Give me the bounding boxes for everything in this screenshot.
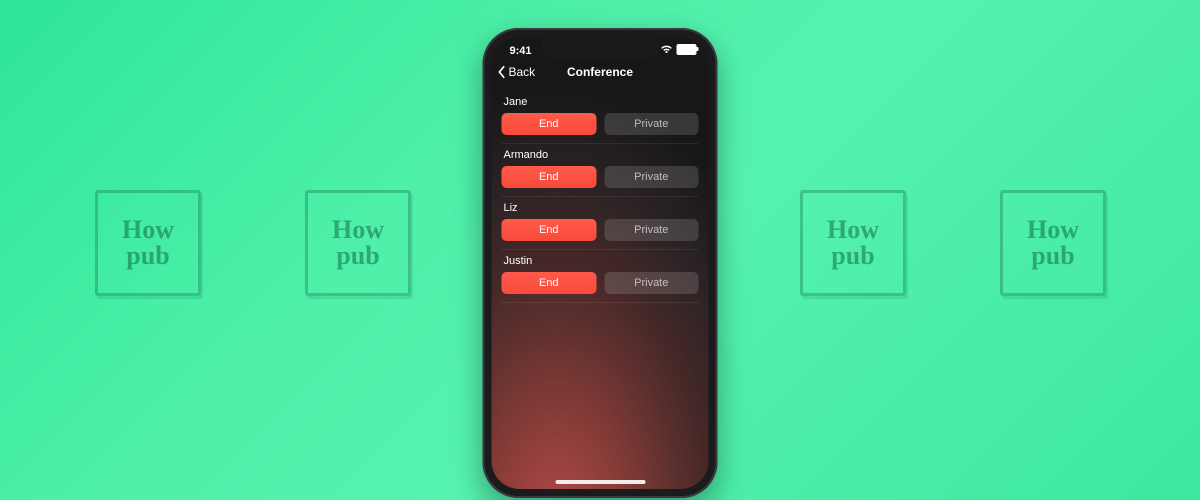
wifi-icon (661, 45, 673, 54)
participant-row: Justin End Private (502, 250, 699, 303)
participant-list: Jane End Private Armando End Private Liz (492, 87, 709, 303)
phone-frame: 9:41 Back Conference Jane (483, 28, 718, 498)
page-title: Conference (492, 65, 709, 79)
status-time: 9:41 (510, 45, 532, 57)
private-button[interactable]: Private (604, 272, 699, 294)
stage: How pub How pub How pub How pub 9:41 (0, 0, 1200, 500)
participant-name: Armando (504, 149, 699, 161)
private-button[interactable]: Private (604, 166, 699, 188)
home-indicator[interactable] (555, 480, 645, 484)
watermark-logo: How pub (305, 190, 411, 296)
participant-name: Liz (504, 202, 699, 214)
participant-row: Liz End Private (502, 197, 699, 250)
end-button[interactable]: End (502, 272, 597, 294)
notch (541, 37, 659, 59)
participant-name: Justin (504, 255, 699, 267)
nav-bar: Back Conference (492, 63, 709, 87)
end-button[interactable]: End (502, 113, 597, 135)
private-button[interactable]: Private (604, 113, 699, 135)
participant-name: Jane (504, 96, 699, 108)
participant-row: Jane End Private (502, 91, 699, 144)
watermark-logo: How pub (95, 190, 201, 296)
battery-icon (677, 44, 697, 55)
end-button[interactable]: End (502, 219, 597, 241)
watermark-logo: How pub (800, 190, 906, 296)
phone-screen: 9:41 Back Conference Jane (492, 37, 709, 489)
watermark-logo: How pub (1000, 190, 1106, 296)
participant-row: Armando End Private (502, 144, 699, 197)
end-button[interactable]: End (502, 166, 597, 188)
private-button[interactable]: Private (604, 219, 699, 241)
